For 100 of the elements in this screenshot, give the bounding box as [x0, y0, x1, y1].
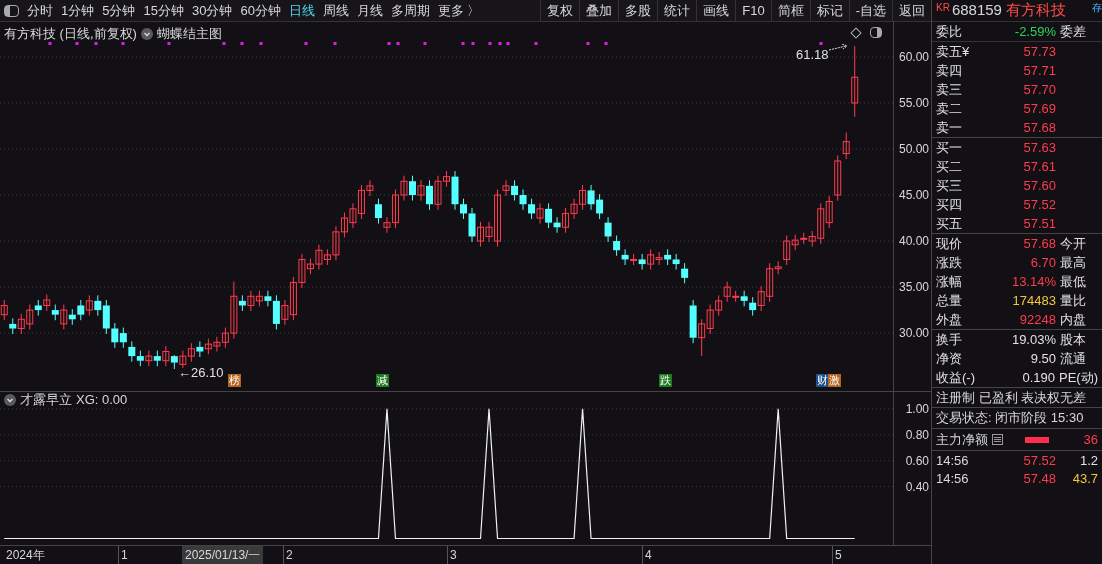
candlestick	[536, 202, 544, 225]
field-label: 卖四	[936, 61, 963, 80]
field-label: 收益(-)	[936, 368, 976, 387]
axis-tick-label: 30.00	[898, 326, 929, 341]
candlestick	[783, 235, 791, 266]
toolbar-button[interactable]: 标记	[809, 0, 849, 21]
axis-tick-label: 1.00	[905, 401, 929, 416]
field-value: 9.50	[1029, 349, 1056, 368]
toolbar-button[interactable]: 多股	[618, 0, 658, 21]
candlestick	[604, 216, 612, 243]
field-value: 0.190	[1021, 368, 1055, 387]
field-label: 今开	[1060, 234, 1086, 253]
candlestick	[196, 340, 204, 358]
tick-time: 14:56	[936, 470, 970, 489]
signal-marker: 激	[828, 374, 841, 387]
candlestick	[119, 327, 127, 349]
month-label: 4	[642, 546, 652, 564]
field-value: 174483	[1011, 291, 1056, 310]
axis-tick-label: 0.80	[905, 427, 929, 442]
toolbar-button[interactable]: -自选	[848, 0, 892, 21]
period-tab[interactable]: 分时	[23, 0, 57, 21]
chevron-down-icon[interactable]	[140, 27, 153, 40]
field-label: 量比	[1060, 291, 1086, 310]
signal-marker: 跌	[659, 374, 672, 387]
field-label: 主力净额	[936, 430, 988, 449]
toolbar-button[interactable]: F10	[735, 0, 771, 21]
panel-toggle-icon[interactable]	[870, 27, 882, 38]
candlestick	[681, 262, 689, 284]
field-label: 最高	[1060, 253, 1086, 272]
period-tab[interactable]: 多周期	[386, 0, 434, 21]
candlestick	[102, 299, 110, 335]
candlestick	[851, 45, 859, 118]
period-tab[interactable]: 30分钟	[187, 0, 237, 21]
field-label: 流通	[1060, 349, 1086, 368]
trading-status: 交易状态: 闭市阶段 15:30	[936, 409, 1084, 428]
signal-marker: 榜	[228, 374, 241, 387]
candlestick	[128, 340, 136, 363]
month-label: 1	[118, 546, 128, 564]
toolbar-button[interactable]: 统计	[657, 0, 697, 21]
candlestick	[672, 253, 680, 271]
period-tab[interactable]: 月线	[352, 0, 387, 21]
tick-volume: 1.2	[1079, 452, 1098, 471]
field-label: PE(动)	[1059, 368, 1098, 387]
candlestick	[638, 253, 646, 271]
axis-tick-label: 55.00	[898, 96, 929, 110]
field-value: 57.60	[1022, 176, 1056, 195]
month-label: 2	[283, 546, 293, 564]
candlestick	[519, 189, 527, 211]
panel-toggle-icon[interactable]	[4, 4, 19, 17]
period-tab[interactable]: 周线	[318, 0, 353, 21]
period-tab[interactable]: 60分钟	[236, 0, 285, 21]
candlestick	[162, 345, 170, 367]
field-label: 现价	[936, 234, 963, 253]
period-tab[interactable]: 15分钟	[139, 0, 188, 21]
field-value: -2.59%	[1013, 22, 1056, 41]
year-label: 2024年	[6, 547, 45, 564]
chevron-down-icon[interactable]	[4, 393, 16, 406]
candlestick	[0, 299, 8, 321]
field-value: 92248	[1018, 310, 1056, 329]
axis-tick-label: 0.40	[905, 479, 929, 494]
candlestick	[60, 304, 68, 330]
flow-bar	[1025, 436, 1049, 443]
tick-price: 57.52	[1022, 452, 1056, 471]
period-tab[interactable]: 5分钟	[98, 0, 140, 21]
field-label: 卖一	[936, 118, 963, 137]
field-label: 买五	[936, 214, 963, 233]
candlestick	[460, 198, 468, 220]
candlestick	[77, 299, 85, 321]
field-value: 36	[1083, 430, 1098, 449]
candlestick	[502, 179, 510, 197]
period-tab[interactable]: 日线	[284, 0, 319, 21]
list-icon[interactable]	[992, 434, 1003, 445]
candlestick	[528, 198, 536, 220]
pointer-arrow-icon	[829, 44, 849, 52]
candlestick	[511, 179, 519, 202]
tick-volume: 43.7	[1072, 470, 1098, 489]
month-label: 3	[447, 546, 457, 564]
period-tab[interactable]: 更多 〉	[433, 0, 485, 21]
indicator-name: 才露早立	[20, 391, 72, 409]
field-label: 涨幅	[936, 272, 963, 291]
axis-tick-label: 50.00	[898, 142, 929, 156]
candlestick	[408, 175, 416, 202]
low-price-label: ←26.10	[178, 364, 224, 382]
field-value: 57.68	[1022, 234, 1056, 253]
toolbar-button[interactable]: 叠加	[579, 0, 619, 21]
field-label: 外盘	[936, 310, 963, 329]
toolbar-button[interactable]: 复权	[540, 0, 580, 21]
field-label: 总量	[936, 291, 963, 310]
axis-tick-label: 40.00	[898, 234, 929, 249]
toolbar-button[interactable]: 简框	[770, 0, 810, 21]
market-tag: KR	[936, 0, 950, 15]
candlestick	[842, 131, 850, 160]
toolbar-button[interactable]: 返回	[892, 0, 931, 21]
period-tab[interactable]: 1分钟	[57, 0, 99, 21]
field-label: 最低	[1060, 272, 1086, 291]
toolbar-button[interactable]: 画线	[696, 0, 736, 21]
candlestick	[264, 290, 272, 307]
candlestick	[825, 195, 833, 229]
field-value: 57.71	[1022, 61, 1056, 80]
indicator-reading: XG: 0.00	[76, 391, 128, 409]
